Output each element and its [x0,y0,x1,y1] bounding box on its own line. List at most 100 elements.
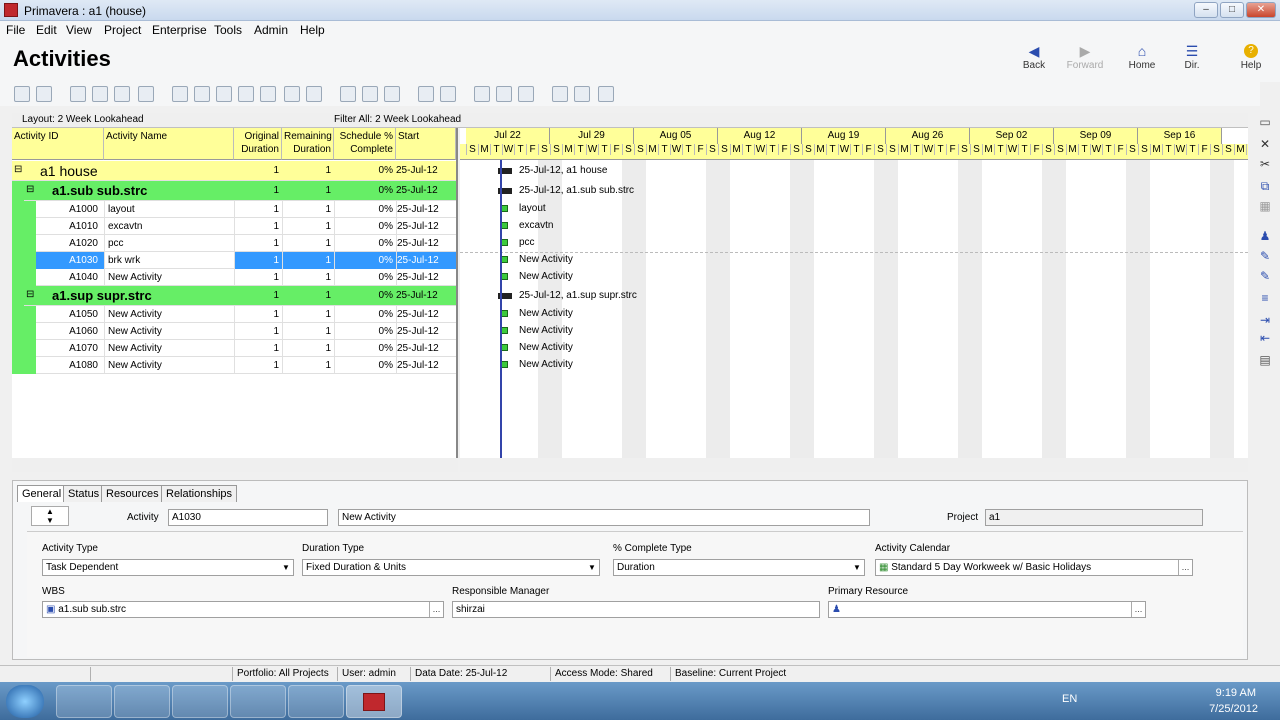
progress-icon[interactable]: ▤ [1258,354,1272,366]
assign-resource-icon[interactable]: ♟ [1258,230,1272,242]
cell-original-duration[interactable]: 1 [234,323,282,340]
calendar-field[interactable]: ▦ Standard 5 Day Workweek w/ Basic Holid… [875,559,1193,576]
activity-type-select[interactable]: Task Dependent ▼ [42,559,294,576]
cell-remaining-duration[interactable]: 1 [282,306,334,323]
directory-button[interactable]: ☰ Dir. [1168,44,1216,80]
settings-icon[interactable] [474,86,490,102]
browse-icon[interactable]: … [429,602,443,617]
cell-start[interactable]: 25-Jul-12 [396,306,456,323]
filter-icon[interactable] [418,86,434,102]
gantt-view-icon[interactable] [194,86,210,102]
assign-role-icon[interactable]: ✎ [1258,250,1272,262]
menu-enterprise[interactable]: Enterprise [152,23,207,37]
cell-original-duration[interactable]: 1 [234,306,282,323]
level-icon[interactable] [496,86,512,102]
wizard-icon[interactable] [518,86,534,102]
zoom-fit-icon[interactable] [598,86,614,102]
table-row[interactable]: A1060 New Activity 1 1 0% 25-Jul-12 [12,323,456,340]
activity-bar[interactable] [501,222,508,229]
cell-schedule-pct[interactable]: 0% [334,340,396,357]
activity-bar[interactable] [501,273,508,280]
assign-step-icon[interactable]: ≡ [1258,292,1272,304]
columns-icon[interactable] [70,86,86,102]
cell-activity-name[interactable] [104,181,234,201]
cell-schedule-pct[interactable]: 0% [334,201,396,218]
cell-start[interactable]: 25-Jul-12 [396,252,456,269]
cell-remaining-duration[interactable]: 1 [282,323,334,340]
firefox-app-icon[interactable] [230,685,286,718]
cell-activity-name[interactable]: New Activity [104,357,234,374]
network-icon[interactable] [260,86,276,102]
menu-tools[interactable]: Tools [214,23,242,37]
cell-activity-name[interactable]: New Activity [104,269,234,286]
cell-remaining-duration[interactable]: 1 [282,269,334,286]
add-predecessor-icon[interactable]: ⇥ [1258,314,1272,326]
cell-remaining-duration[interactable]: 1 [282,286,334,306]
home-button[interactable]: ⌂ Home [1118,44,1166,80]
col-start[interactable]: Start [396,128,456,160]
delete-icon[interactable]: ✕ [1258,138,1272,150]
col-activity-id[interactable]: Activity ID [12,128,104,160]
start-button[interactable] [6,685,44,718]
cell-activity-name[interactable]: pcc [104,235,234,252]
filter-name[interactable]: Filter All: 2 Week Lookahead [334,114,461,125]
menu-file[interactable]: File [6,23,25,37]
media-app-icon[interactable] [172,685,228,718]
activity-bar[interactable] [501,344,508,351]
cell-start[interactable]: 25-Jul-12 [396,269,456,286]
menu-project[interactable]: Project [104,23,141,37]
col-remaining-duration[interactable]: Remaining Duration [282,128,334,160]
browse-icon[interactable]: … [1178,560,1192,575]
cell-schedule-pct[interactable]: 0% [334,218,396,235]
tab-status[interactable]: Status [63,485,105,502]
cell-remaining-duration[interactable]: 1 [282,161,334,181]
cell-original-duration[interactable]: 1 [234,286,282,306]
cell-remaining-duration[interactable]: 1 [282,252,334,269]
manager-field[interactable]: shirzai [452,601,820,618]
layout-name[interactable]: Layout: 2 Week Lookahead [22,114,144,125]
indent-icon[interactable] [114,86,130,102]
table-row[interactable]: a1 house 1 1 0% 25-Jul-12 ⊟ [12,161,456,181]
close-button[interactable]: ✕ [1246,2,1276,18]
gantt-scrollbar[interactable] [460,458,1248,472]
zoom-in-icon[interactable] [552,86,568,102]
clock-time[interactable]: 9:19 AM [1206,687,1256,699]
paste-icon[interactable]: ▦ [1258,200,1272,212]
clock-date[interactable]: 7/25/2012 [1196,703,1258,715]
cell-remaining-duration[interactable]: 1 [282,357,334,374]
tab-relationships[interactable]: Relationships [161,485,238,502]
tab-resources[interactable]: Resources [101,485,164,502]
cell-activity-name[interactable] [104,286,234,306]
activity-bar[interactable] [501,310,508,317]
duration-type-select[interactable]: Fixed Duration & Units ▼ [302,559,600,576]
cell-schedule-pct[interactable]: 0% [334,181,396,201]
activity-bar[interactable] [501,256,508,263]
wbs-field[interactable]: ▣ a1.sub sub.strc… [42,601,444,618]
cell-original-duration[interactable]: 1 [234,357,282,374]
print-preview-icon[interactable] [36,86,52,102]
cell-original-duration[interactable]: 1 [234,218,282,235]
cell-remaining-duration[interactable]: 1 [282,218,334,235]
activity-bar[interactable] [501,361,508,368]
schedule-icon[interactable] [306,86,322,102]
table-row[interactable]: a1.sup supr.strc 1 1 0% 25-Jul-12 ⊟ [12,286,456,306]
layout-icon[interactable] [92,86,108,102]
table-row[interactable]: A1070 New Activity 1 1 0% 25-Jul-12 [12,340,456,357]
explorer-app-icon[interactable] [114,685,170,718]
table-row[interactable]: A1040 New Activity 1 1 0% 25-Jul-12 [12,269,456,286]
activity-bar[interactable] [501,239,508,246]
cell-schedule-pct[interactable]: 0% [334,235,396,252]
cell-original-duration[interactable]: 1 [234,235,282,252]
pct-complete-type-select[interactable]: Duration ▼ [613,559,865,576]
cell-activity-name[interactable]: New Activity [104,340,234,357]
new-document-icon[interactable]: ▭ [1258,116,1272,128]
menu-help[interactable]: Help [300,23,325,37]
trace-logic-icon[interactable] [284,86,300,102]
table-row[interactable]: A1030 brk wrk 1 1 0% 25-Jul-12 [12,252,456,269]
table-view-icon[interactable] [172,86,188,102]
green-app-icon[interactable] [288,685,344,718]
cell-start[interactable]: 25-Jul-12 [396,181,456,201]
tab-general[interactable]: General [17,485,67,502]
cell-schedule-pct[interactable]: 0% [334,357,396,374]
activity-bar[interactable] [501,327,508,334]
